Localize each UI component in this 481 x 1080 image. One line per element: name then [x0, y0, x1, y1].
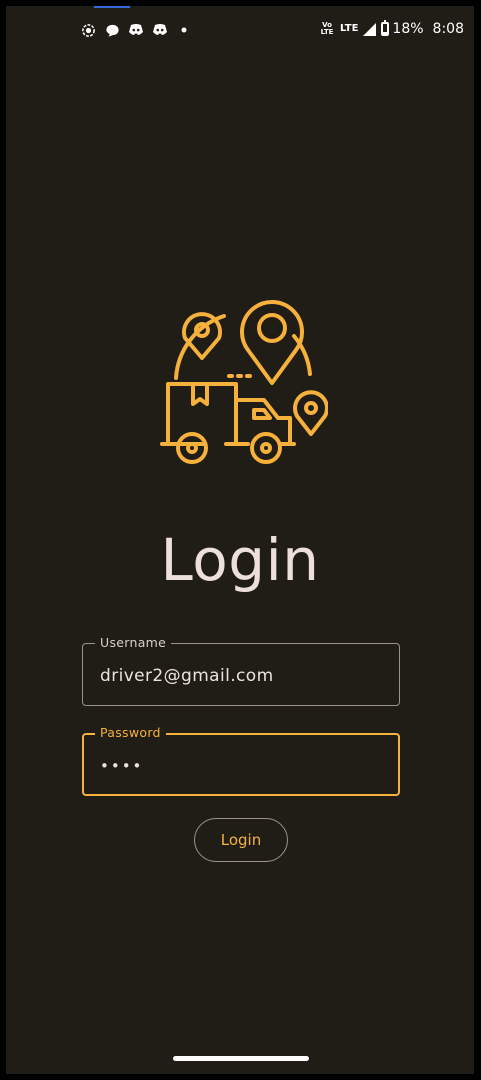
status-bar: Vo LTE LTE 18% 8:08: [6, 20, 474, 42]
chat-bubble-icon: [104, 22, 120, 38]
username-field[interactable]: Username: [82, 635, 400, 706]
top-accent-bar: [94, 6, 130, 8]
username-label: Username: [95, 635, 172, 650]
password-field[interactable]: Password: [82, 725, 400, 796]
discord-icon: [128, 22, 144, 38]
delivery-truck-with-location-pins-icon: [160, 300, 328, 464]
system-indicators: Vo LTE LTE 18% 8:08: [319, 20, 464, 37]
volte-indicator: Vo LTE: [320, 21, 334, 36]
notification-icons: [80, 22, 192, 38]
signal-icon: [363, 22, 377, 36]
battery-percent: 18%: [392, 21, 424, 37]
username-input[interactable]: [100, 664, 380, 688]
lte-indicator: LTE: [340, 23, 359, 34]
login-button[interactable]: Login: [194, 818, 288, 862]
app-screen: Vo LTE LTE 18% 8:08 Login Username drive…: [6, 6, 474, 1074]
battery-icon: [381, 20, 390, 36]
home-indicator[interactable]: [173, 1056, 309, 1061]
clock-time: 8:08: [432, 21, 464, 37]
password-input[interactable]: [100, 754, 380, 778]
discord-icon: [152, 22, 168, 38]
screen-record-icon: [80, 22, 96, 38]
notification-dot-icon: [176, 22, 192, 38]
page-title: Login: [160, 526, 320, 594]
password-label: Password: [95, 725, 166, 740]
